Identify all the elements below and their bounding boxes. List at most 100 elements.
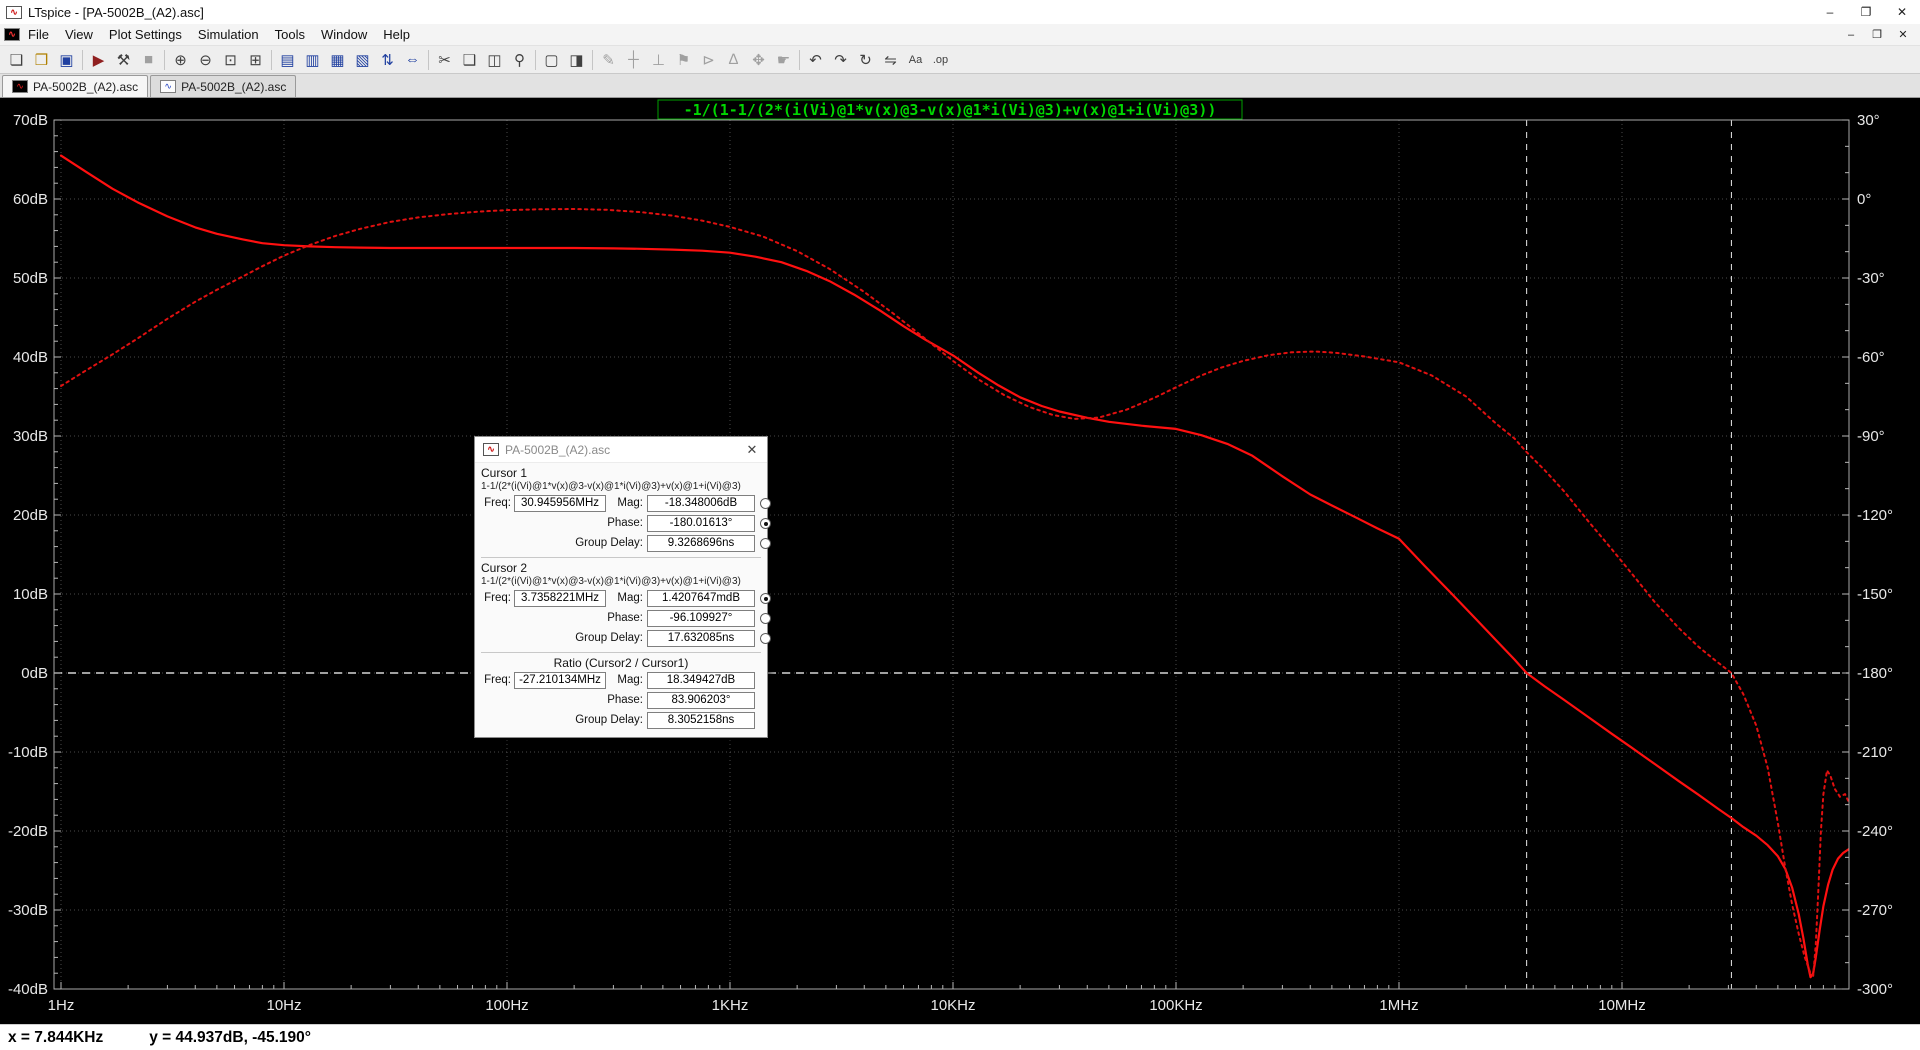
cursor1-phase-label: Phase: — [521, 517, 643, 529]
cursor2-mag-radio[interactable] — [760, 593, 771, 604]
phase-axis-label[interactable]: -60° — [1857, 349, 1885, 366]
mag-axis-label[interactable]: 30dB — [13, 428, 48, 445]
freq-axis-label[interactable]: 1Hz — [48, 997, 75, 1014]
zoom-out-icon[interactable]: ⊖ — [193, 48, 218, 72]
mag-axis-label[interactable]: 0dB — [21, 665, 48, 682]
mdi-restore-button[interactable]: ❐ — [1864, 26, 1890, 44]
phase-axis-label[interactable]: -210° — [1857, 744, 1893, 761]
spice-directive-icon[interactable]: .op — [928, 48, 953, 72]
child-window-icon[interactable]: ∿ — [4, 28, 20, 41]
menu-tools[interactable]: Tools — [267, 24, 313, 45]
print-preview-icon[interactable]: ▢ — [539, 48, 564, 72]
rotate-icon[interactable]: ↻ — [853, 48, 878, 72]
print-icon[interactable]: ◨ — [564, 48, 589, 72]
freq-axis-label[interactable]: 100Hz — [485, 997, 528, 1014]
redo-icon[interactable]: ↷ — [828, 48, 853, 72]
text-tool-icon[interactable]: Aa — [903, 48, 928, 72]
close-button[interactable]: ✕ — [1884, 0, 1920, 24]
undo-icon[interactable]: ↶ — [803, 48, 828, 72]
mag-axis-label[interactable]: 40dB — [13, 349, 48, 366]
cut-icon[interactable]: ✂ — [432, 48, 457, 72]
autorange-x-axis-icon[interactable]: ⇔ — [400, 48, 425, 72]
mag-axis-label[interactable]: -40dB — [8, 981, 48, 998]
menu-plot-settings[interactable]: Plot Settings — [101, 24, 190, 45]
plot-pane-vertical-icon[interactable]: ▥ — [300, 48, 325, 72]
cursor1-phase-radio[interactable] — [760, 518, 771, 529]
draw-wire-icon[interactable]: ┼ — [621, 48, 646, 72]
autorange-y-axis-icon[interactable]: ⇅ — [375, 48, 400, 72]
cursor1-freq-mag-row: Freq: 30.945956MHz Mag: -18.348006dB — [481, 494, 761, 514]
plot-pane-horizontal-icon[interactable]: ▤ — [275, 48, 300, 72]
menu-file[interactable]: File — [20, 24, 57, 45]
phase-axis-label[interactable]: -300° — [1857, 981, 1893, 998]
add-plot-pane-icon[interactable]: ▦ — [325, 48, 350, 72]
magnitude-curve[interactable] — [61, 156, 1849, 978]
mdi-close-button[interactable]: ✕ — [1890, 26, 1916, 44]
freq-axis-label[interactable]: 1MHz — [1379, 997, 1418, 1014]
new-schematic-icon[interactable]: ❏ — [4, 48, 29, 72]
place-component-icon[interactable]: ∆ — [721, 48, 746, 72]
mag-axis-label[interactable]: 10dB — [13, 586, 48, 603]
find-icon[interactable]: ⚲ — [507, 48, 532, 72]
menu-view[interactable]: View — [57, 24, 101, 45]
place-net-label-icon[interactable]: ⚑ — [671, 48, 696, 72]
menu-simulation[interactable]: Simulation — [190, 24, 267, 45]
place-ground-icon[interactable]: ⊥ — [646, 48, 671, 72]
mag-axis-label[interactable]: 20dB — [13, 507, 48, 524]
phase-curve[interactable] — [61, 209, 1849, 976]
cursor1-group-delay-radio[interactable] — [760, 538, 771, 549]
control-panel-icon[interactable]: ⚒ — [111, 48, 136, 72]
phase-axis-label[interactable]: -180° — [1857, 665, 1893, 682]
edit-pencil-icon[interactable]: ✎ — [596, 48, 621, 72]
move-icon[interactable]: ✥ — [746, 48, 771, 72]
mag-axis-label[interactable]: 60dB — [13, 191, 48, 208]
phase-axis-label[interactable]: -120° — [1857, 507, 1893, 524]
tab-schematic[interactable]: ∿PA-5002B_(A2).asc — [150, 75, 296, 97]
mag-axis-label[interactable]: -30dB — [8, 902, 48, 919]
freq-axis-label[interactable]: 10Hz — [266, 997, 301, 1014]
run-simulation-icon[interactable]: ▶ — [86, 48, 111, 72]
phase-axis-label[interactable]: -30° — [1857, 270, 1885, 287]
mdi-minimize-button[interactable]: – — [1838, 26, 1864, 44]
phase-axis-label[interactable]: 30° — [1857, 112, 1880, 129]
tab-waveform[interactable]: ∿PA-5002B_(A2).asc — [2, 75, 148, 97]
plot-canvas[interactable]: 70dB 60dB 50dB 40dB 30dB 20dB 10dB 0dB -10dB -20d… — [0, 98, 1920, 1024]
phase-axis-label[interactable]: -90° — [1857, 428, 1885, 445]
menu-help[interactable]: Help — [375, 24, 418, 45]
save-file-icon[interactable]: ▣ — [54, 48, 79, 72]
mirror-icon[interactable]: ⇋ — [878, 48, 903, 72]
zoom-full-extents-icon[interactable]: ⊞ — [243, 48, 268, 72]
freq-axis-label[interactable]: 1KHz — [712, 997, 749, 1014]
cursor1-mag-radio[interactable] — [760, 498, 771, 509]
paste-icon[interactable]: ◫ — [482, 48, 507, 72]
ltspice-window: ∿ LTspice - [PA-5002B_(A2).asc] – ❐ ✕ ∿ … — [0, 0, 1920, 1050]
zoom-in-icon[interactable]: ⊕ — [168, 48, 193, 72]
phase-axis-label[interactable]: -150° — [1857, 586, 1893, 603]
sync-plot-panes-icon[interactable]: ▧ — [350, 48, 375, 72]
minimize-button[interactable]: – — [1812, 0, 1848, 24]
mag-axis-label[interactable]: -20dB — [8, 823, 48, 840]
drag-icon[interactable]: ☛ — [771, 48, 796, 72]
phase-axis-label[interactable]: -240° — [1857, 823, 1893, 840]
zoom-area-icon[interactable]: ⊡ — [218, 48, 243, 72]
halt-simulation-icon[interactable]: ■ — [136, 48, 161, 72]
cursor-dialog-titlebar[interactable]: ∿ PA-5002B_(A2).asc ✕ — [475, 437, 767, 463]
phase-axis-label[interactable]: 0° — [1857, 191, 1871, 208]
phase-axis-label[interactable]: -270° — [1857, 902, 1893, 919]
freq-axis-label[interactable]: 100KHz — [1149, 997, 1202, 1014]
freq-axis-label[interactable]: 10MHz — [1598, 997, 1646, 1014]
trace-title[interactable]: -1/(1-1/(2*(i(Vi)@1*v(x)@3-v(x)@1*i(Vi)@… — [684, 101, 1217, 119]
cursor2-phase-radio[interactable] — [760, 613, 771, 624]
open-file-icon[interactable]: ❒ — [29, 48, 54, 72]
copy-icon[interactable]: ❑ — [457, 48, 482, 72]
mag-axis-label[interactable]: 50dB — [13, 270, 48, 287]
mag-axis-label[interactable]: -10dB — [8, 744, 48, 761]
menu-window[interactable]: Window — [313, 24, 375, 45]
titlebar[interactable]: ∿ LTspice - [PA-5002B_(A2).asc] – ❐ ✕ — [0, 0, 1920, 24]
cursor-dialog-close-icon[interactable]: ✕ — [737, 437, 767, 462]
mag-axis-label[interactable]: 70dB — [13, 112, 48, 129]
restore-button[interactable]: ❐ — [1848, 0, 1884, 24]
freq-axis-label[interactable]: 10KHz — [930, 997, 975, 1014]
place-diode-icon[interactable]: ⊳ — [696, 48, 721, 72]
cursor2-group-delay-radio[interactable] — [760, 633, 771, 644]
